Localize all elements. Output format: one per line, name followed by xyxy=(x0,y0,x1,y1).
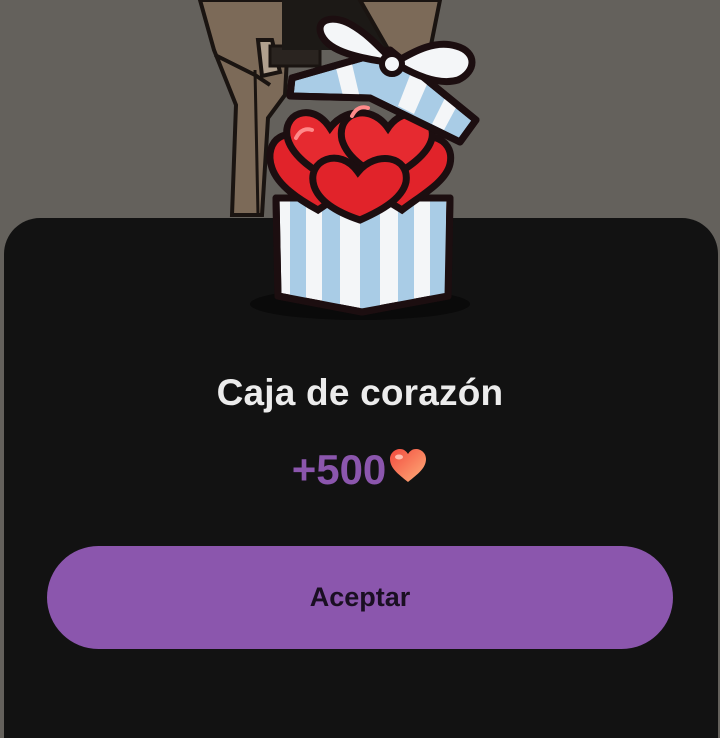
reward-amount: +500 xyxy=(291,446,387,493)
accept-button-label: Aceptar xyxy=(309,582,411,612)
heart-icon xyxy=(390,449,427,482)
reward-row: +500 xyxy=(0,444,720,496)
gift-box-icon xyxy=(250,15,480,320)
dialog-title: Caja de corazón xyxy=(216,372,504,413)
accept-button[interactable]: Aceptar xyxy=(47,546,673,649)
